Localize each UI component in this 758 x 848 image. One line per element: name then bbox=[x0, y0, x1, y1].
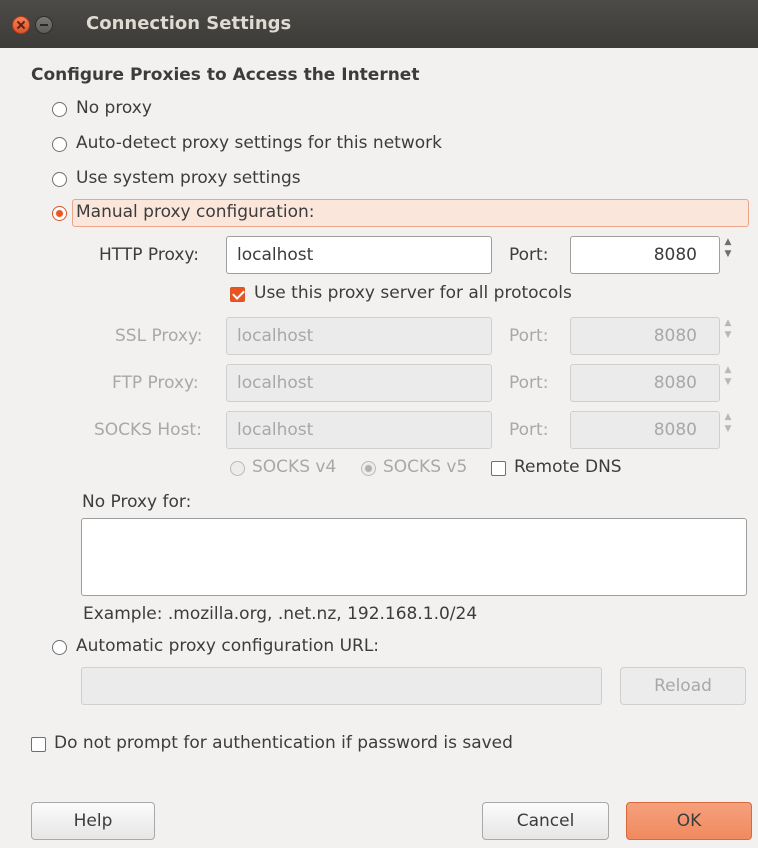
no-prompt-auth-checkbox[interactable] bbox=[31, 737, 46, 752]
spin-down-icon[interactable]: ▼ bbox=[722, 248, 734, 260]
http-port-input[interactable]: 8080 bbox=[570, 236, 720, 274]
manual-proxy-radio[interactable] bbox=[52, 206, 67, 221]
auto-url-label[interactable]: Automatic proxy configuration URL: bbox=[76, 636, 379, 656]
socks-v4-radio[interactable] bbox=[230, 461, 245, 476]
spin-up-icon[interactable]: ▲ bbox=[722, 317, 734, 329]
ssl-port-input[interactable]: 8080 bbox=[570, 317, 720, 355]
http-proxy-label: HTTP Proxy: bbox=[99, 245, 199, 265]
no-proxy-radio[interactable] bbox=[52, 102, 67, 117]
no-proxy-for-label: No Proxy for: bbox=[82, 492, 192, 512]
minimize-icon[interactable] bbox=[35, 16, 53, 34]
spin-down-icon[interactable]: ▼ bbox=[722, 329, 734, 341]
spin-down-icon[interactable]: ▼ bbox=[722, 376, 734, 388]
spin-up-icon[interactable]: ▲ bbox=[722, 411, 734, 423]
ftp-proxy-label: FTP Proxy: bbox=[112, 373, 199, 393]
socks-host-input[interactable]: localhost bbox=[226, 411, 492, 449]
socks-port-input[interactable]: 8080 bbox=[570, 411, 720, 449]
socks-v4-label[interactable]: SOCKS v4 bbox=[252, 457, 336, 477]
auto-url-radio[interactable] bbox=[52, 640, 67, 655]
auto-detect-label[interactable]: Auto-detect proxy settings for this netw… bbox=[76, 133, 442, 153]
socks-port-label: Port: bbox=[509, 420, 549, 440]
spin-up-icon[interactable]: ▲ bbox=[722, 364, 734, 376]
system-proxy-label[interactable]: Use system proxy settings bbox=[76, 168, 301, 188]
ftp-port-input[interactable]: 8080 bbox=[570, 364, 720, 402]
remote-dns-label[interactable]: Remote DNS bbox=[514, 457, 622, 477]
auto-detect-radio[interactable] bbox=[52, 137, 67, 152]
close-icon[interactable] bbox=[12, 16, 30, 34]
ftp-port-label: Port: bbox=[509, 373, 549, 393]
system-proxy-radio[interactable] bbox=[52, 172, 67, 187]
socks-port-spinner[interactable]: ▲ ▼ bbox=[722, 411, 734, 449]
socks-host-label: SOCKS Host: bbox=[94, 420, 202, 440]
section-heading: Configure Proxies to Access the Internet bbox=[31, 65, 420, 85]
http-port-spinner[interactable]: ▲ ▼ bbox=[722, 236, 734, 274]
ftp-port-spinner[interactable]: ▲ ▼ bbox=[722, 364, 734, 402]
help-button[interactable]: Help bbox=[31, 802, 155, 840]
auto-url-input[interactable] bbox=[81, 667, 602, 705]
socks-v5-radio[interactable] bbox=[361, 461, 376, 476]
ssl-proxy-input[interactable]: localhost bbox=[226, 317, 492, 355]
spin-up-icon[interactable]: ▲ bbox=[722, 236, 734, 248]
manual-proxy-label[interactable]: Manual proxy configuration: bbox=[76, 202, 314, 222]
no-proxy-example: Example: .mozilla.org, .net.nz, 192.168.… bbox=[83, 604, 478, 624]
http-port-label: Port: bbox=[509, 245, 549, 265]
ssl-port-label: Port: bbox=[509, 326, 549, 346]
no-proxy-label[interactable]: No proxy bbox=[76, 98, 152, 118]
no-proxy-for-textarea[interactable] bbox=[81, 518, 747, 596]
use-all-protocols-label[interactable]: Use this proxy server for all protocols bbox=[254, 283, 572, 303]
use-all-protocols-checkbox[interactable] bbox=[230, 287, 245, 302]
no-prompt-auth-label[interactable]: Do not prompt for authentication if pass… bbox=[54, 733, 513, 753]
spin-down-icon[interactable]: ▼ bbox=[722, 423, 734, 435]
ssl-proxy-label: SSL Proxy: bbox=[115, 326, 203, 346]
ssl-port-spinner[interactable]: ▲ ▼ bbox=[722, 317, 734, 355]
http-proxy-input[interactable]: localhost bbox=[226, 236, 492, 274]
cancel-button[interactable]: Cancel bbox=[482, 802, 609, 840]
ftp-proxy-input[interactable]: localhost bbox=[226, 364, 492, 402]
reload-button[interactable]: Reload bbox=[620, 667, 746, 705]
socks-v5-label[interactable]: SOCKS v5 bbox=[383, 457, 467, 477]
title-bar: Connection Settings bbox=[0, 0, 758, 48]
remote-dns-checkbox[interactable] bbox=[491, 461, 506, 476]
ok-button[interactable]: OK bbox=[626, 802, 752, 840]
window-title: Connection Settings bbox=[86, 13, 292, 34]
